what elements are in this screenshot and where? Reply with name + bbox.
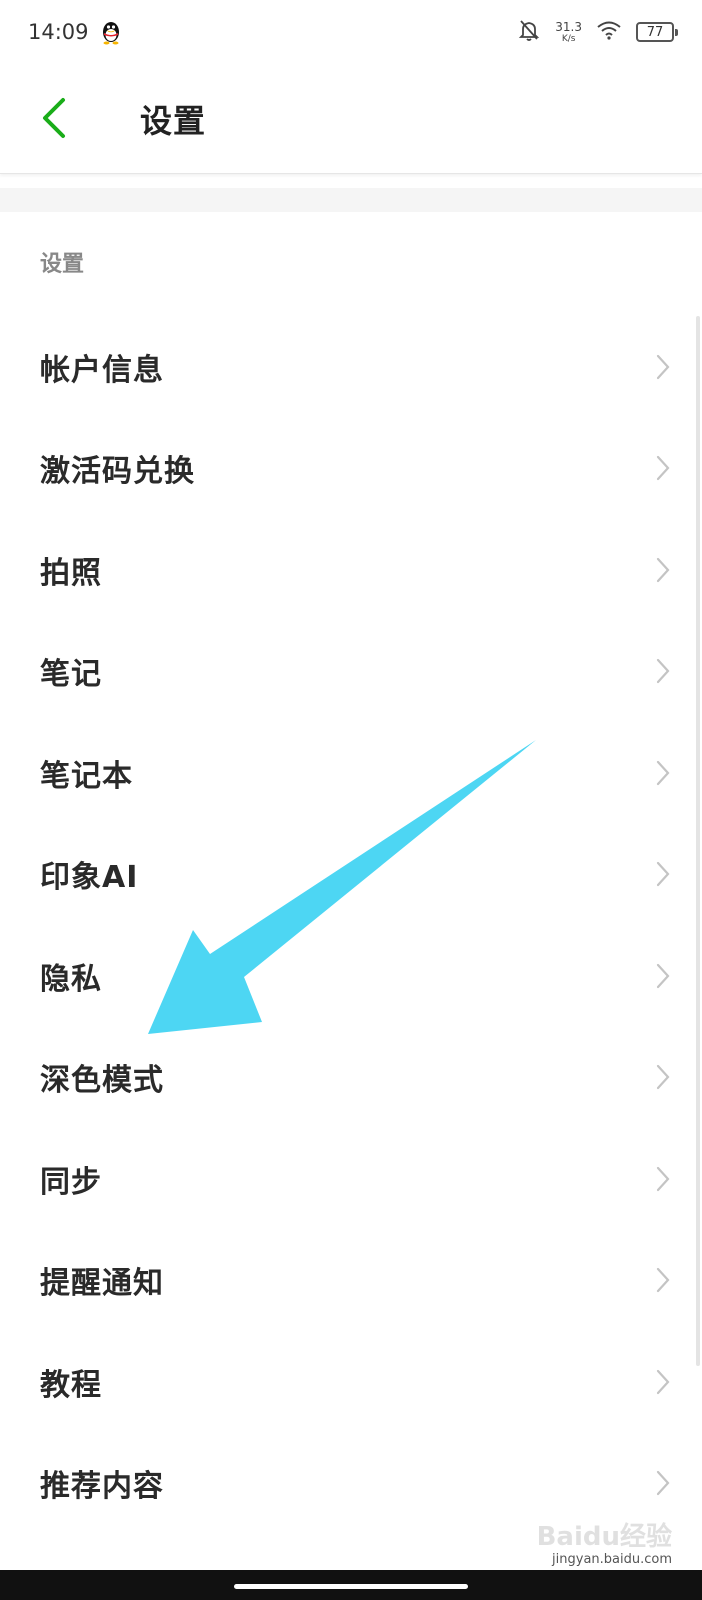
net-speed-unit: K/s	[561, 33, 576, 44]
settings-list: 帐户信息 激活码兑换 拍照 笔记 笔记本 印象AI 隐私 深色模式 同步 提醒通…	[0, 316, 702, 1600]
back-button[interactable]	[30, 92, 78, 144]
settings-item-label: 推荐内容	[40, 1469, 164, 1505]
section-divider	[0, 188, 702, 212]
settings-item-privacy[interactable]: 隐私	[0, 925, 702, 1027]
settings-item-label: 印象AI	[40, 860, 139, 896]
chevron-right-icon	[654, 656, 672, 686]
bell-off-icon	[517, 18, 541, 46]
settings-item-label: 深色模式	[40, 1063, 164, 1099]
settings-item-account-info[interactable]: 帐户信息	[0, 316, 702, 418]
baidu-logo: Baidu经验	[536, 1522, 672, 1552]
qq-penguin-icon	[99, 19, 123, 45]
watermark: Baidu经验	[537, 1516, 672, 1553]
navigation-bar	[0, 1570, 702, 1600]
chevron-right-icon	[654, 1367, 672, 1397]
settings-item-yinxiang-ai[interactable]: 印象AI	[0, 824, 702, 926]
chevron-right-icon	[654, 1468, 672, 1498]
settings-item-label: 同步	[40, 1164, 102, 1200]
settings-item-label: 教程	[40, 1367, 102, 1403]
settings-item-notebook[interactable]: 笔记本	[0, 722, 702, 824]
scrollbar[interactable]	[696, 316, 700, 1366]
wifi-icon	[596, 20, 622, 44]
net-speed: 31.3 K/s	[555, 21, 582, 44]
battery-icon: 77	[636, 22, 678, 42]
settings-item-label: 拍照	[40, 555, 102, 591]
page-title: 设置	[140, 102, 207, 140]
chevron-right-icon	[654, 1265, 672, 1295]
chevron-right-icon	[654, 453, 672, 483]
chevron-left-icon	[43, 98, 65, 138]
settings-item-label: 提醒通知	[40, 1266, 164, 1302]
settings-item-dark-mode[interactable]: 深色模式	[0, 1027, 702, 1129]
chevron-right-icon	[654, 758, 672, 788]
chevron-right-icon	[654, 961, 672, 991]
settings-item-label: 激活码兑换	[40, 454, 195, 490]
settings-item-label: 笔记本	[40, 758, 133, 794]
settings-item-label: 隐私	[40, 961, 102, 997]
settings-item-reminders[interactable]: 提醒通知	[0, 1230, 702, 1332]
settings-item-tutorial[interactable]: 教程	[0, 1331, 702, 1433]
header: 设置	[0, 64, 702, 174]
chevron-right-icon	[654, 1164, 672, 1194]
battery-level: 77	[646, 24, 664, 40]
status-left: 14:09	[28, 19, 123, 45]
screen: 14:09 31.3 K/s 77 设置 设置 帐户信息 激活码兑换 拍照 笔记…	[0, 0, 702, 1600]
chevron-right-icon	[654, 859, 672, 889]
section-label: 设置	[40, 252, 85, 277]
chevron-right-icon	[654, 1062, 672, 1092]
status-bar: 14:09 31.3 K/s 77	[0, 0, 702, 64]
settings-item-activation-code[interactable]: 激活码兑换	[0, 418, 702, 520]
chevron-right-icon	[654, 555, 672, 585]
settings-item-label: 帐户信息	[40, 352, 164, 388]
settings-item-sync[interactable]: 同步	[0, 1128, 702, 1230]
home-indicator[interactable]	[234, 1584, 468, 1589]
settings-item-label: 笔记	[40, 657, 102, 693]
settings-item-notes[interactable]: 笔记	[0, 621, 702, 723]
status-time: 14:09	[28, 20, 89, 44]
status-right: 31.3 K/s 77	[517, 18, 678, 46]
chevron-right-icon	[654, 352, 672, 382]
net-speed-value: 31.3	[555, 19, 582, 34]
watermark-url: jingyan.baidu.com	[552, 1552, 672, 1567]
settings-item-camera[interactable]: 拍照	[0, 519, 702, 621]
